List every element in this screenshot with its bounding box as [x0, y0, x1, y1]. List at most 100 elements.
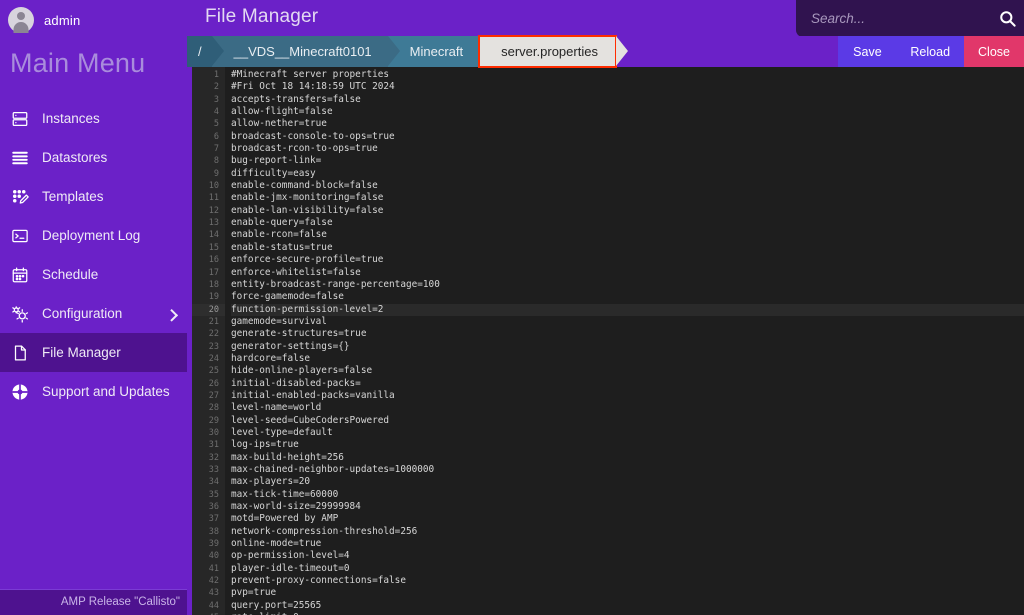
line-number: 38 — [192, 526, 225, 538]
line-number: 25 — [192, 365, 225, 377]
sidebar: admin Main Menu InstancesDatastoresTempl… — [0, 0, 187, 615]
line-number: 29 — [192, 415, 225, 427]
code-line[interactable]: broadcast-console-to-ops=true — [231, 131, 1024, 143]
line-number: 32 — [192, 452, 225, 464]
code-line[interactable]: enable-query=false — [231, 217, 1024, 229]
search-input[interactable] — [796, 11, 990, 26]
code-line[interactable]: motd=Powered by AMP — [231, 513, 1024, 525]
code-line[interactable]: enable-rcon=false — [231, 229, 1024, 241]
sidebar-item-templates[interactable]: Templates — [0, 177, 187, 216]
code-line[interactable]: enforce-whitelist=false — [231, 267, 1024, 279]
line-number: 8 — [192, 155, 225, 167]
editor-left-accent — [187, 67, 192, 615]
user-name-label: admin — [44, 13, 80, 28]
lifebuoy-icon — [10, 382, 29, 401]
line-number: 11 — [192, 192, 225, 204]
code-line[interactable]: player-idle-timeout=0 — [231, 563, 1024, 575]
line-number: 36 — [192, 501, 225, 513]
code-line[interactable]: level-seed=CubeCodersPowered — [231, 415, 1024, 427]
line-number: 23 — [192, 341, 225, 353]
save-button[interactable]: Save — [838, 36, 896, 67]
code-line[interactable]: network-compression-threshold=256 — [231, 526, 1024, 538]
line-number: 5 — [192, 118, 225, 130]
line-number: 28 — [192, 402, 225, 414]
code-line[interactable]: accepts-transfers=false — [231, 94, 1024, 106]
chevron-right-icon[interactable] — [165, 308, 178, 321]
code-line[interactable]: max-build-height=256 — [231, 452, 1024, 464]
close-button[interactable]: Close — [964, 36, 1024, 67]
sidebar-item-datastores[interactable]: Datastores — [0, 138, 187, 177]
code-line[interactable]: op-permission-level=4 — [231, 550, 1024, 562]
sidebar-item-schedule[interactable]: Schedule — [0, 255, 187, 294]
editor-actions: SaveReloadClose — [838, 36, 1024, 67]
file-page-icon — [10, 343, 29, 362]
sidebar-item-label: Support and Updates — [42, 384, 170, 399]
user-account-row[interactable]: admin — [0, 0, 187, 40]
code-line[interactable]: generate-structures=true — [231, 328, 1024, 340]
breadcrumb-label: Minecraft — [410, 44, 463, 59]
line-number: 13 — [192, 217, 225, 229]
search-icon[interactable] — [990, 9, 1024, 28]
code-line[interactable]: #Minecraft server properties — [231, 69, 1024, 81]
code-line[interactable]: enforce-secure-profile=true — [231, 254, 1024, 266]
code-line[interactable]: online-mode=true — [231, 538, 1024, 550]
code-line[interactable]: level-name=world — [231, 402, 1024, 414]
code-line[interactable]: max-tick-time=60000 — [231, 489, 1024, 501]
breadcrumb-label: / — [198, 44, 202, 59]
code-line[interactable]: hide-online-players=false — [231, 365, 1024, 377]
breadcrumb: / __VDS__Minecraft0101 Minecraft server.pro… — [187, 36, 616, 67]
code-line[interactable]: #Fri Oct 18 14:18:59 UTC 2024 — [231, 81, 1024, 93]
sidebar-item-label: Schedule — [42, 267, 98, 282]
code-line[interactable]: entity-broadcast-range-percentage=100 — [231, 279, 1024, 291]
line-number: 42 — [192, 575, 225, 587]
line-number: 26 — [192, 378, 225, 390]
code-line[interactable]: enable-lan-visibility=false — [231, 205, 1024, 217]
search-box[interactable] — [796, 0, 1024, 37]
code-line[interactable]: generator-settings={} — [231, 341, 1024, 353]
code-line[interactable]: bug-report-link= — [231, 155, 1024, 167]
sidebar-item-instances[interactable]: Instances — [0, 99, 187, 138]
code-line[interactable]: enable-jmx-monitoring=false — [231, 192, 1024, 204]
breadcrumb-item[interactable]: __VDS__Minecraft0101 — [212, 36, 388, 67]
breadcrumb-item-current[interactable]: server.properties — [479, 36, 616, 67]
code-line[interactable]: allow-flight=false — [231, 106, 1024, 118]
code-line[interactable]: log-ips=true — [231, 439, 1024, 451]
line-number: 44 — [192, 600, 225, 612]
line-number: 1 — [192, 69, 225, 81]
code-line[interactable]: gamemode=survival — [231, 316, 1024, 328]
code-line[interactable]: max-world-size=29999984 — [231, 501, 1024, 513]
code-line[interactable]: initial-disabled-packs= — [231, 378, 1024, 390]
sidebar-item-configuration[interactable]: Configuration — [0, 294, 187, 333]
code-line[interactable]: force-gamemode=false — [231, 291, 1024, 303]
code-line[interactable]: difficulty=easy — [231, 168, 1024, 180]
code-line[interactable]: function-permission-level=2 — [231, 304, 1024, 316]
reload-button[interactable]: Reload — [896, 36, 964, 67]
code-line[interactable]: hardcore=false — [231, 353, 1024, 365]
code-line[interactable]: max-chained-neighbor-updates=1000000 — [231, 464, 1024, 476]
database-list-icon — [10, 148, 29, 167]
breadcrumb-item[interactable]: Minecraft — [388, 36, 479, 67]
code-line[interactable]: level-type=default — [231, 427, 1024, 439]
sidebar-item-support-and-updates[interactable]: Support and Updates — [0, 372, 187, 411]
page-title: File Manager — [205, 6, 318, 28]
code-area[interactable]: #Minecraft server properties#Fri Oct 18 … — [225, 67, 1024, 615]
line-number: 21 — [192, 316, 225, 328]
sidebar-item-label: Templates — [42, 189, 104, 204]
code-line[interactable]: query.port=25565 — [231, 600, 1024, 612]
code-line[interactable]: enable-status=true — [231, 242, 1024, 254]
code-line[interactable]: allow-nether=true — [231, 118, 1024, 130]
code-line[interactable]: pvp=true — [231, 587, 1024, 599]
code-line[interactable]: initial-enabled-packs=vanilla — [231, 390, 1024, 402]
breadcrumb-item[interactable]: / — [187, 36, 212, 67]
code-line[interactable]: prevent-proxy-connections=false — [231, 575, 1024, 587]
line-number: 3 — [192, 94, 225, 106]
sidebar-item-deployment-log[interactable]: Deployment Log — [0, 216, 187, 255]
code-line[interactable]: broadcast-rcon-to-ops=true — [231, 143, 1024, 155]
sidebar-item-label: Configuration — [42, 306, 122, 321]
line-number: 12 — [192, 205, 225, 217]
file-editor[interactable]: 1234567891011121314151617181920212223242… — [187, 67, 1024, 615]
sidebar-item-file-manager[interactable]: File Manager — [0, 333, 187, 372]
code-line[interactable]: max-players=20 — [231, 476, 1024, 488]
code-line[interactable]: enable-command-block=false — [231, 180, 1024, 192]
breadcrumb-label: server.properties — [501, 44, 598, 59]
